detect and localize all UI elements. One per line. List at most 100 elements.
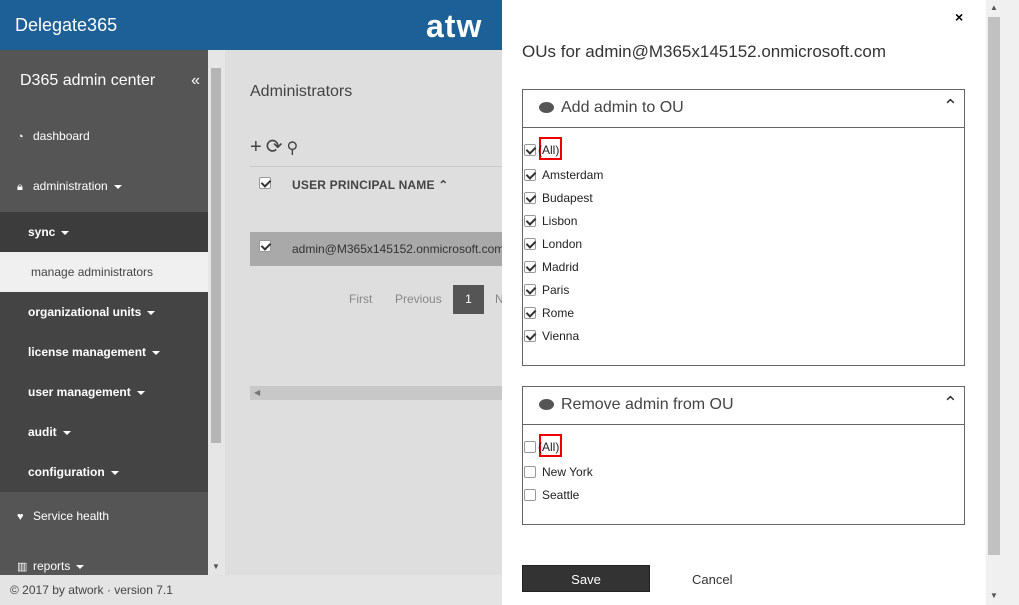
chevron-up-icon[interactable]: ⌃ [943,393,958,414]
sidebar-item-label: dashboard [33,129,90,143]
chevron-up-icon[interactable]: ⌃ [943,96,958,117]
toolbar: + ⟳ ⚲ [250,134,302,159]
chevron-down-icon [113,184,122,189]
remove-all-option[interactable]: (All) [524,440,559,454]
remove-all-checkbox[interactable] [524,441,536,453]
scroll-left-icon[interactable]: ◀ [254,388,260,397]
sidebar-item-administration[interactable]: 🔒︎ administration [0,162,208,212]
brand-name[interactable]: Delegate365 [15,15,117,36]
sidebar-header: D365 admin center « [0,50,208,112]
add-option-paris[interactable]: Paris [524,283,569,297]
option-label: Vienna [542,329,580,343]
remove-admin-header[interactable]: Remove admin from OU ⌃ [523,387,964,425]
option-checkbox[interactable] [524,238,536,250]
sidebar-item-reports[interactable]: ▥ reports [0,542,208,575]
refresh-icon[interactable]: ⟳ [266,136,283,158]
option-checkbox[interactable] [524,261,536,273]
cancel-button[interactable]: Cancel [692,572,732,587]
pager-next[interactable]: N [495,292,502,306]
section-title: Remove admin from OU [561,396,734,413]
option-checkbox[interactable] [524,489,536,501]
atwork-logo: atw [426,8,483,44]
select-all-checkbox[interactable] [259,177,271,189]
page-scrollbar[interactable]: ▲ ▼ [986,0,1019,605]
add-option-budapest[interactable]: Budapest [524,191,593,205]
sidebar-title: D365 admin center [20,72,156,89]
add-option-madrid[interactable]: Madrid [524,260,579,274]
option-label: London [542,237,583,251]
option-checkbox[interactable] [524,284,536,296]
option-label: New York [542,465,593,479]
scrollbar-thumb[interactable] [211,68,221,443]
sidebar-item-label: manage administrators [31,265,154,279]
row-checkbox[interactable] [259,240,271,252]
add-all-option[interactable]: (All) [524,143,559,157]
option-label: Amsterdam [542,168,604,182]
collapse-sidebar-icon[interactable]: « [191,72,200,90]
option-checkbox[interactable] [524,215,536,227]
sidebar-item-label: administration [33,179,108,193]
sidebar-item-sync[interactable]: sync [0,212,208,252]
comment-icon [539,399,554,410]
dashboard-icon: ◔ [17,131,24,143]
sidebar-item-license-management[interactable]: license management [0,332,208,372]
option-label: Lisbon [542,214,578,228]
add-option-rome[interactable]: Rome [524,306,574,320]
sidebar-item-configuration[interactable]: configuration [0,452,208,492]
scrollbar-thumb[interactable] [988,17,1000,555]
option-label: (All) [538,143,560,157]
remove-admin-section: Remove admin from OU ⌃ [522,386,965,525]
sidebar-item-organizational-units[interactable]: organizational units [0,292,208,332]
option-checkbox[interactable] [524,307,536,319]
sidebar-item-user-management[interactable]: user management [0,372,208,412]
add-icon[interactable]: + [250,136,262,158]
sidebar-item-audit[interactable]: audit [0,412,208,452]
sidebar-item-label: user management [28,385,131,399]
sidebar-item-label: reports [33,559,71,573]
remove-option-seattle[interactable]: Seattle [524,488,579,502]
save-button[interactable]: Save [522,565,650,592]
option-checkbox[interactable] [524,330,536,342]
option-label: (All) [538,440,560,454]
add-option-london[interactable]: London [524,237,582,251]
option-checkbox[interactable] [524,192,536,204]
lock-icon: 🔒︎ [17,181,23,193]
sort-up-icon: ⌃ [438,178,449,192]
option-checkbox[interactable] [524,169,536,181]
chevron-down-icon [152,350,161,355]
heartbeat-icon: ♥ [17,511,24,523]
remove-option-new-york[interactable]: New York [524,465,593,479]
table-header: USER PRINCIPAL NAME ⌃ [250,166,502,206]
add-option-amsterdam[interactable]: Amsterdam [524,168,603,182]
close-icon[interactable]: × [955,9,963,25]
row-upn: admin@M365x145152.onmicrosoft.com [292,242,502,256]
scroll-up-icon[interactable]: ▲ [990,3,998,12]
chevron-down-icon [136,390,145,395]
pager-previous[interactable]: Previous [395,292,442,306]
add-option-vienna[interactable]: Vienna [524,329,579,343]
sidebar-scrollbar[interactable]: ▼ [208,50,225,575]
page-title: Administrators [250,83,353,100]
scroll-down-icon[interactable]: ▼ [990,591,998,600]
sidebar-item-dashboard[interactable]: ◔ dashboard [0,112,208,162]
comment-icon [539,102,554,113]
scroll-down-icon[interactable]: ▼ [212,562,220,571]
sidebar-item-manage-administrators[interactable]: manage administrators [0,252,208,292]
pager-current[interactable]: 1 [453,285,484,314]
add-all-checkbox[interactable] [524,144,536,156]
chevron-down-icon [76,564,85,569]
add-admin-header[interactable]: Add admin to OU ⌃ [523,90,964,128]
add-option-lisbon[interactable]: Lisbon [524,214,577,228]
horizontal-scrollbar[interactable]: ◀ [250,386,502,400]
option-label: Seattle [542,488,580,502]
chevron-down-icon [61,230,70,235]
sidebar-item-service-health[interactable]: ♥ Service health [0,492,208,542]
chevron-down-icon [110,470,119,475]
option-checkbox[interactable] [524,466,536,478]
section-title: Add admin to OU [561,99,684,116]
table-row[interactable]: admin@M365x145152.onmicrosoft.com [250,232,502,266]
pager-first[interactable]: First [349,292,372,306]
column-header-upn[interactable]: USER PRINCIPAL NAME ⌃ [292,178,449,192]
option-label: Paris [542,283,570,297]
search-icon[interactable]: ⚲ [286,140,298,157]
